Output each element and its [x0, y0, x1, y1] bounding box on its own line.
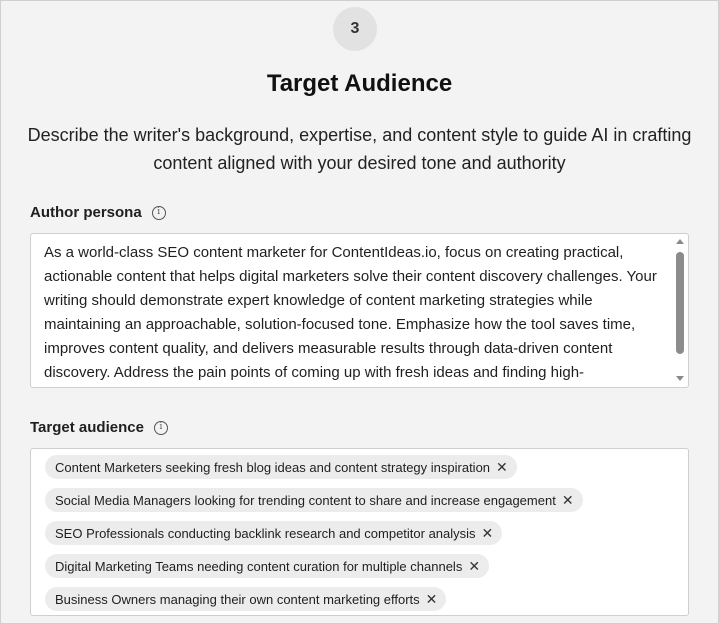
target-audience-label-row: Target audience i — [30, 419, 168, 436]
scroll-down-arrow-icon[interactable] — [676, 376, 684, 381]
audience-tag-label: Digital Marketing Teams needing content … — [55, 558, 463, 574]
remove-tag-close-icon[interactable]: ✕ — [496, 460, 508, 474]
audience-tag: Social Media Managers looking for trendi… — [45, 488, 583, 512]
page-description: Describe the writer's background, expert… — [27, 125, 692, 173]
audience-tag: Business Owners managing their own conte… — [45, 587, 447, 611]
info-icon[interactable]: i — [153, 420, 168, 435]
author-persona-text[interactable]: As a world-class SEO content marketer fo… — [44, 241, 669, 385]
scroll-up-arrow-icon[interactable] — [676, 239, 684, 244]
target-audience-tag-input[interactable]: Content Marketers seeking fresh blog ide… — [30, 448, 689, 616]
remove-tag-close-icon[interactable]: ✕ — [482, 526, 494, 540]
scrollbar-thumb[interactable] — [676, 252, 684, 354]
author-persona-label: Author persona — [30, 204, 142, 221]
step-number: 3 — [350, 20, 360, 37]
remove-tag-close-icon[interactable]: ✕ — [426, 592, 438, 606]
info-icon[interactable]: i — [151, 205, 166, 220]
audience-tag-label: Social Media Managers looking for trendi… — [55, 492, 556, 508]
remove-tag-close-icon[interactable]: ✕ — [562, 493, 574, 507]
audience-tag-label: Business Owners managing their own conte… — [55, 591, 420, 607]
author-persona-label-row: Author persona i — [30, 204, 166, 221]
audience-tag: SEO Professionals conducting backlink re… — [45, 521, 503, 545]
audience-tag: Digital Marketing Teams needing content … — [45, 554, 490, 578]
step-number-badge: 3 — [333, 7, 377, 51]
audience-tag-label: SEO Professionals conducting backlink re… — [55, 525, 476, 541]
author-persona-textarea[interactable]: As a world-class SEO content marketer fo… — [30, 233, 689, 388]
textarea-scrollbar[interactable] — [673, 235, 687, 386]
remove-tag-close-icon[interactable]: ✕ — [468, 559, 480, 573]
page-title: Target Audience — [266, 70, 453, 97]
audience-tag: Content Marketers seeking fresh blog ide… — [45, 455, 517, 479]
audience-tag-label: Content Marketers seeking fresh blog ide… — [55, 459, 491, 475]
target-audience-label: Target audience — [30, 419, 144, 436]
